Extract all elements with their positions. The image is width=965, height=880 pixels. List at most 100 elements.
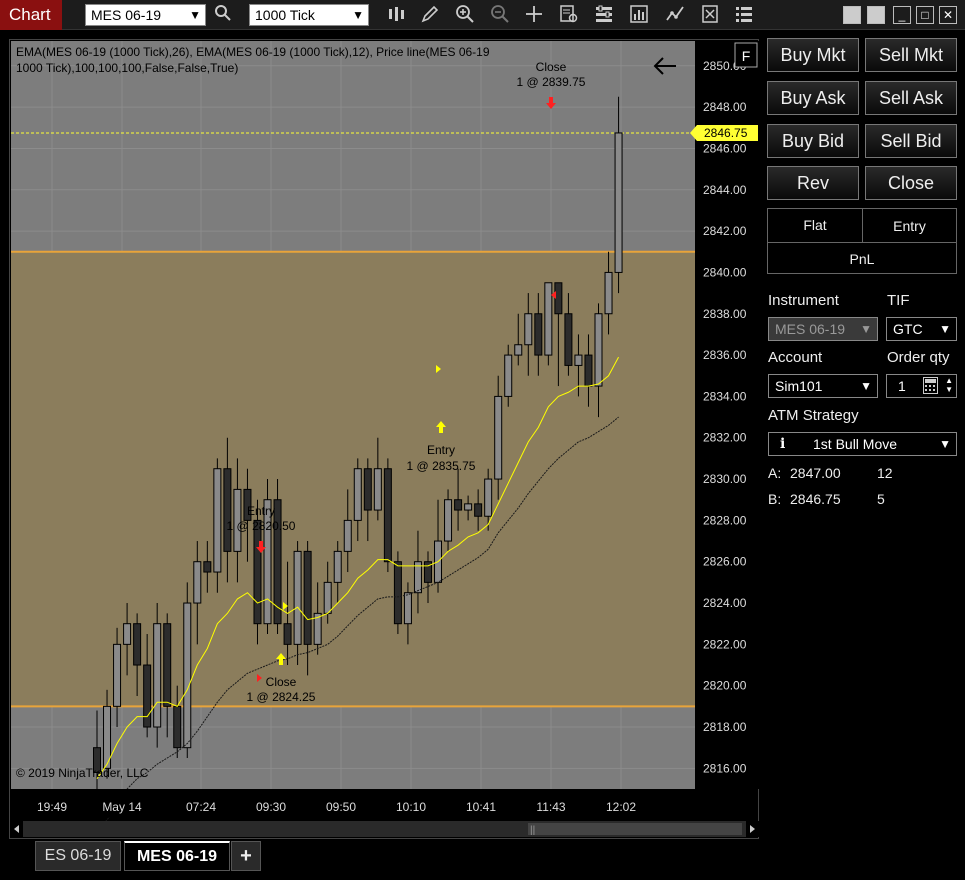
bid-size: 5 bbox=[877, 491, 885, 507]
templates-icon[interactable] bbox=[699, 4, 721, 26]
candle-body bbox=[333, 550, 342, 583]
pnl-display[interactable]: PnL bbox=[768, 251, 956, 267]
info-icon[interactable]: i bbox=[780, 433, 785, 455]
candle-body bbox=[223, 468, 232, 552]
candle-body bbox=[504, 354, 513, 397]
buy-bid-button[interactable]: Buy Bid bbox=[767, 124, 859, 158]
instrument-selector[interactable]: MES 06-19 ▼ bbox=[85, 4, 206, 26]
chart-panel[interactable]: 2850.00 2848.00 2846.00 2844.00 2842.00 2840.… bbox=[9, 39, 759, 839]
divider bbox=[768, 242, 956, 243]
price-tick-label: 2816.00 bbox=[703, 761, 747, 775]
candle-body bbox=[594, 313, 603, 387]
candle-body bbox=[153, 623, 162, 728]
time-tick-label: 10:10 bbox=[396, 800, 426, 814]
candle-body bbox=[163, 623, 172, 707]
tab-mes-06-19[interactable]: MES 06-19 bbox=[124, 841, 230, 871]
time-tick-label: 09:50 bbox=[326, 800, 356, 814]
entry2-detail: 1 @ 2835.75 bbox=[407, 459, 476, 473]
calculator-icon[interactable] bbox=[923, 377, 938, 400]
exit-arrow-icon bbox=[549, 97, 553, 104]
window-title: Chart bbox=[0, 0, 62, 30]
close1-title: Close bbox=[266, 675, 297, 689]
price-chart[interactable]: 2850.002848.002846.002844.002842.002840.… bbox=[10, 40, 760, 840]
price-tick-label: 2824.00 bbox=[703, 596, 747, 610]
interval-selector-value: 1000 Tick bbox=[255, 7, 315, 23]
maximize-icon[interactable]: □ bbox=[916, 6, 934, 24]
interval-selector[interactable]: 1000 Tick ▼ bbox=[249, 4, 369, 26]
candle-body bbox=[393, 561, 402, 625]
candle-body bbox=[534, 313, 543, 356]
price-tick-label: 2832.00 bbox=[703, 431, 747, 445]
position-display: Flat Entry PnL bbox=[767, 208, 957, 274]
indicator-label-line1: EMA(MES 06-19 (1000 Tick),26), EMA(MES 0… bbox=[16, 45, 490, 59]
indicator-label-line2: 1000 Tick),100,100,100,False,False,True) bbox=[16, 61, 238, 75]
sell-market-button[interactable]: Sell Mkt bbox=[865, 38, 957, 72]
close2-title: Close bbox=[536, 60, 567, 74]
reverse-button[interactable]: Rev bbox=[767, 166, 859, 200]
link-color-icon[interactable] bbox=[843, 6, 861, 24]
account-select[interactable]: Sim101 ▼ bbox=[768, 374, 878, 398]
price-tick-label: 2836.00 bbox=[703, 348, 747, 362]
account-label: Account bbox=[768, 349, 823, 366]
chevron-down-icon: ▼ bbox=[939, 322, 951, 336]
candle-body bbox=[444, 499, 453, 542]
sell-ask-button[interactable]: Sell Ask bbox=[865, 81, 957, 115]
entry-arrow-icon bbox=[279, 658, 283, 665]
close-icon[interactable]: ✕ bbox=[939, 6, 957, 24]
candle-body bbox=[323, 581, 332, 614]
crosshair-icon[interactable] bbox=[523, 4, 545, 26]
search-icon[interactable] bbox=[212, 4, 234, 26]
tif-label: TIF bbox=[887, 292, 910, 309]
buy-ask-button[interactable]: Buy Ask bbox=[767, 81, 859, 115]
list-icon[interactable] bbox=[733, 4, 755, 26]
candle-body bbox=[474, 503, 483, 517]
candle-body bbox=[403, 592, 412, 625]
link-instrument-icon[interactable] bbox=[867, 6, 885, 24]
zoom-out-icon[interactable] bbox=[489, 4, 511, 26]
indicators-icon[interactable] bbox=[628, 4, 650, 26]
instrument-label: Instrument bbox=[768, 292, 839, 309]
buy-market-button[interactable]: Buy Mkt bbox=[767, 38, 859, 72]
price-tick-label: 2828.00 bbox=[703, 513, 747, 527]
candle-body bbox=[123, 623, 132, 645]
chevron-down-icon: ▼ bbox=[860, 322, 872, 336]
candle-body bbox=[604, 271, 613, 315]
instrument-selector-value: MES 06-19 bbox=[91, 7, 162, 23]
scrollbar-thumb[interactable] bbox=[528, 823, 742, 835]
candle-body bbox=[614, 132, 623, 273]
chart-trader-toggle-label: F bbox=[742, 48, 751, 64]
chevron-down-icon: ▼ bbox=[189, 8, 201, 22]
price-tick-label: 2820.00 bbox=[703, 679, 747, 693]
order-qty-stepper[interactable]: 1 ▲ ▼ bbox=[886, 374, 957, 398]
candle-body bbox=[353, 468, 362, 521]
price-tick-label: 2840.00 bbox=[703, 265, 747, 279]
add-tab-button[interactable]: + bbox=[231, 841, 261, 871]
properties-icon[interactable] bbox=[593, 4, 615, 26]
tif-select[interactable]: GTC ▼ bbox=[886, 317, 957, 341]
candle-body bbox=[283, 623, 292, 645]
instrument-field[interactable]: MES 06-19 ▼ bbox=[768, 317, 878, 341]
order-qty-value: 1 bbox=[898, 378, 906, 394]
sell-bid-button[interactable]: Sell Bid bbox=[865, 124, 957, 158]
account-select-value: Sim101 bbox=[775, 378, 823, 394]
data-box-icon[interactable] bbox=[558, 4, 580, 26]
bar-type-icon[interactable] bbox=[385, 4, 407, 26]
close-position-button[interactable]: Close bbox=[865, 166, 957, 200]
minimize-icon[interactable]: _ bbox=[893, 6, 911, 24]
time-tick-label: May 14 bbox=[102, 800, 142, 814]
position-state: Flat bbox=[803, 217, 827, 233]
zoom-in-icon[interactable] bbox=[454, 4, 476, 26]
spinner-arrows-icon[interactable]: ▲ ▼ bbox=[945, 376, 953, 394]
price-tick-label: 2838.00 bbox=[703, 307, 747, 321]
strategies-icon[interactable] bbox=[664, 4, 686, 26]
pencil-icon[interactable] bbox=[419, 4, 441, 26]
entry1-title: Entry bbox=[247, 504, 275, 518]
candle-body bbox=[524, 313, 533, 346]
tab-es-06-19[interactable]: ES 06-19 bbox=[35, 841, 121, 871]
atm-strategy-select[interactable]: i 1st Bull Move ▼ bbox=[768, 432, 957, 456]
candle-body bbox=[514, 344, 523, 356]
candle-body bbox=[173, 705, 182, 749]
time-axis-labels: 19:49 May 14 07:24 09:30 09:50 10:10 10:41 11:4… bbox=[37, 800, 636, 814]
chart-toolbar: Chart MES 06-19 ▼ 1000 Tick ▼ _ □ ✕ bbox=[0, 0, 965, 30]
candle-body bbox=[113, 643, 122, 707]
